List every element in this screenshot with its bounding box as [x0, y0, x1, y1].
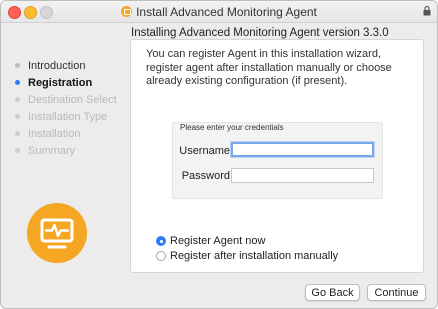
registration-panel: You can register Agent in this installat…	[130, 39, 424, 273]
step-dot-icon	[15, 114, 20, 119]
step-installation-type: Installation Type	[15, 108, 117, 125]
step-dot-icon	[15, 97, 20, 102]
radio-checked-icon[interactable]	[156, 236, 166, 246]
installer-window: Install Advanced Monitoring Agent Instal…	[0, 0, 438, 309]
agent-app-icon	[121, 6, 133, 17]
register-later-option[interactable]: Register after installation manually	[156, 250, 338, 262]
step-label: Installation Type	[28, 110, 108, 123]
radio-label: Register after installation manually	[170, 250, 339, 262]
step-summary: Summary	[15, 142, 117, 159]
step-label: Registration	[28, 76, 93, 89]
step-label: Installation	[28, 127, 81, 140]
password-field[interactable]	[231, 168, 374, 183]
step-installation: Installation	[15, 125, 117, 142]
radio-label: Register Agent now	[170, 235, 266, 247]
title-bar: Install Advanced Monitoring Agent	[1, 1, 437, 23]
step-registration: Registration	[15, 74, 117, 91]
credentials-box: Please enter your credentials Username P…	[172, 122, 383, 199]
step-dot-icon	[15, 148, 20, 153]
step-dot-icon	[15, 131, 20, 136]
continue-button[interactable]: Continue	[367, 284, 426, 301]
step-dot-icon	[15, 80, 20, 85]
step-destination-select: Destination Select	[15, 91, 117, 108]
step-dot-icon	[15, 63, 20, 68]
step-label: Summary	[28, 144, 76, 157]
step-label: Introduction	[28, 59, 86, 72]
monitor-pulse-icon	[27, 203, 87, 263]
registration-description: You can register Agent in this installat…	[146, 48, 392, 87]
step-introduction: Introduction	[15, 57, 117, 74]
step-label: Destination Select	[28, 93, 117, 106]
steps-sidebar: Introduction Registration Destination Se…	[15, 57, 117, 159]
register-now-option[interactable]: Register Agent now	[156, 235, 265, 247]
password-label: Password	[181, 170, 230, 182]
credentials-title: Please enter your credentials	[180, 123, 284, 132]
go-back-button[interactable]: Go Back	[305, 284, 360, 301]
window-title: Install Advanced Monitoring Agent	[136, 4, 317, 19]
lock-icon	[423, 6, 431, 16]
window-title-area: Install Advanced Monitoring Agent	[1, 1, 437, 22]
username-label: Username	[179, 145, 230, 157]
username-field[interactable]	[231, 142, 374, 157]
installer-subtitle: Installing Advanced Monitoring Agent ver…	[131, 27, 389, 39]
radio-unchecked-icon[interactable]	[156, 251, 166, 261]
